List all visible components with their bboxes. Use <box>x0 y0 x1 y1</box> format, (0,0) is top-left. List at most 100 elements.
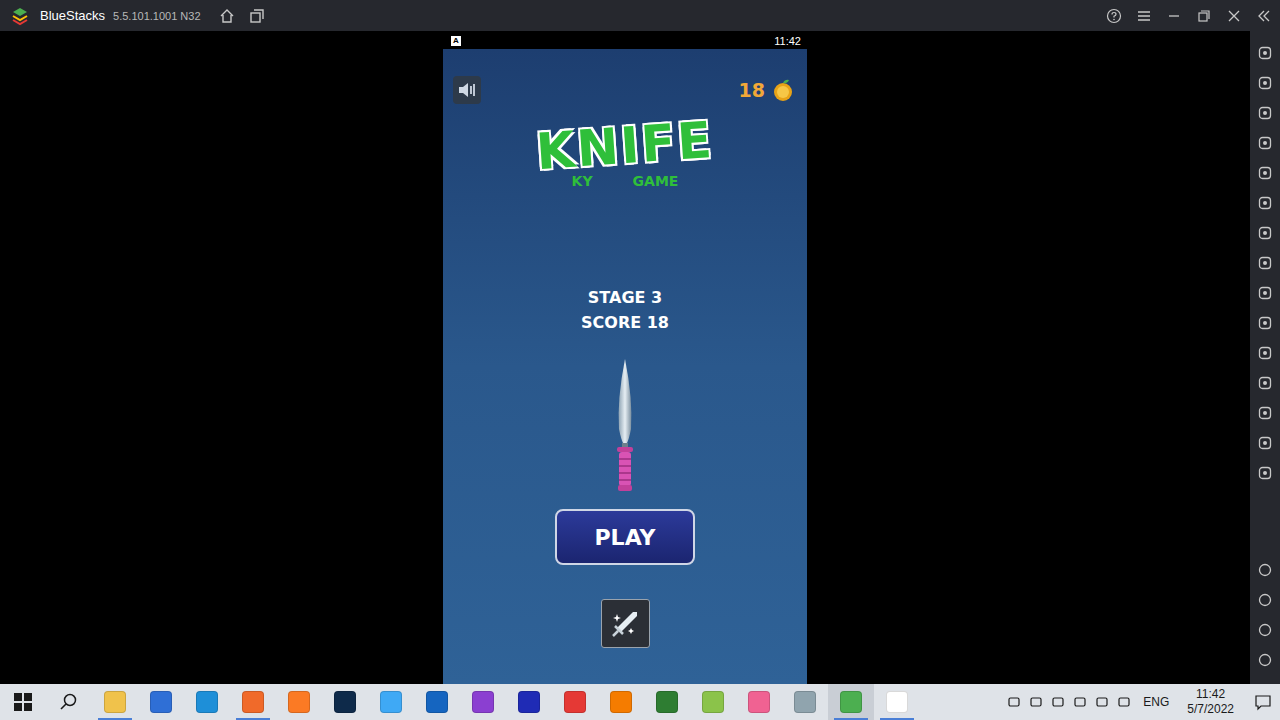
taskbar-app[interactable] <box>644 684 690 720</box>
restore-icon[interactable] <box>1196 8 1212 24</box>
apk-icon[interactable] <box>1257 255 1273 271</box>
taskbar-app[interactable] <box>368 684 414 720</box>
notification-icon: A <box>451 36 461 46</box>
minimize-icon[interactable] <box>1166 8 1182 24</box>
taskbar-app[interactable] <box>874 684 920 720</box>
office-app-icon <box>610 691 632 713</box>
tools-app-icon <box>702 691 724 713</box>
speaker-icon <box>456 79 478 101</box>
search-button[interactable] <box>46 684 92 720</box>
pen-app-icon <box>748 691 770 713</box>
logo-title: KNIFE <box>535 115 716 177</box>
taskbar-app[interactable] <box>782 684 828 720</box>
chevron-icon[interactable] <box>1007 695 1021 709</box>
running-indicator <box>236 718 270 720</box>
taskbar-app[interactable] <box>414 684 460 720</box>
recorder-icon <box>564 691 586 713</box>
macro-icon[interactable] <box>1257 165 1273 181</box>
taskbar-app[interactable] <box>828 684 874 720</box>
taskbar-app[interactable] <box>598 684 644 720</box>
keyboard-icon[interactable] <box>1257 135 1273 151</box>
resize-icon[interactable] <box>1257 345 1273 361</box>
side-toolbar <box>1250 31 1280 684</box>
windows-icon <box>14 693 32 711</box>
intellij-icon <box>518 691 540 713</box>
home-icon[interactable] <box>219 8 235 24</box>
menu-icon[interactable] <box>1136 8 1152 24</box>
help-icon[interactable] <box>1106 8 1122 24</box>
speed-icon[interactable] <box>1257 465 1273 481</box>
window-title: BlueStacks <box>40 8 105 23</box>
desktop: BlueStacks 5.5.101.1001 N32 A 11:42 18 KNIFEK… <box>0 0 1280 720</box>
battery-icon[interactable] <box>1073 695 1087 709</box>
knife-shop-button[interactable] <box>601 599 650 648</box>
multi-instance-icon[interactable] <box>249 8 265 24</box>
firefox-icon <box>242 691 264 713</box>
score-label: SCORE 18 <box>581 313 669 332</box>
word-app-icon <box>426 691 448 713</box>
taskbar-app[interactable] <box>230 684 276 720</box>
back-icon[interactable] <box>1257 592 1273 608</box>
settings-icon[interactable] <box>1257 562 1273 578</box>
version-label: 5.5.101.1001 N32 <box>113 10 200 22</box>
utility-app-icon <box>794 691 816 713</box>
clock-time: 11:42 <box>1196 687 1225 702</box>
search-icon <box>60 693 78 711</box>
rotate-icon[interactable] <box>1257 195 1273 211</box>
status-time: 11:42 <box>774 35 801 47</box>
robot-icon[interactable] <box>1257 225 1273 241</box>
start-button[interactable] <box>0 684 46 720</box>
running-indicator <box>880 718 914 720</box>
taskbar-app[interactable] <box>506 684 552 720</box>
media-icon[interactable] <box>1257 105 1273 121</box>
taskbar-app[interactable] <box>92 684 138 720</box>
erase-icon[interactable] <box>1257 375 1273 391</box>
taskbar-app[interactable] <box>276 684 322 720</box>
screenshot-icon[interactable] <box>1257 285 1273 301</box>
emulator-screen: A 11:42 18 KNIFEKYGAME STAGE 3 SCORE 18 PLAY <box>0 31 1250 684</box>
taskbar-app[interactable] <box>690 684 736 720</box>
edge-icon <box>196 691 218 713</box>
taskbar: ENG 11:425/7/2022 <box>0 684 1280 720</box>
phpstorm-icon <box>472 691 494 713</box>
taskbar-app[interactable] <box>460 684 506 720</box>
photoshop-icon <box>334 691 356 713</box>
sound-button[interactable] <box>453 76 481 104</box>
title-bar: BlueStacks 5.5.101.1001 N32 <box>0 0 1280 31</box>
taskbar-app[interactable] <box>552 684 598 720</box>
wifi-icon[interactable] <box>1117 695 1131 709</box>
collapse-icon[interactable] <box>1256 8 1272 24</box>
apple-counter: 18 <box>739 78 795 102</box>
paint-app-icon <box>380 691 402 713</box>
folder-icon[interactable] <box>1257 315 1273 331</box>
money-app-icon <box>656 691 678 713</box>
play-button[interactable]: PLAY <box>555 509 695 565</box>
layers-icon[interactable] <box>1257 435 1273 451</box>
bluestacks-logo-icon <box>10 6 30 26</box>
system-tray: ENG 11:425/7/2022 <box>1003 684 1280 720</box>
sword-icon <box>609 608 641 640</box>
stage-info: STAGE 3 SCORE 18 <box>581 288 669 332</box>
fullscreen-icon[interactable] <box>1257 45 1273 61</box>
phone-screen: A 11:42 18 KNIFEKYGAME STAGE 3 SCORE 18 PLAY <box>443 33 807 684</box>
mic-icon[interactable] <box>1051 695 1065 709</box>
notifications-icon[interactable] <box>1254 693 1272 711</box>
language-indicator[interactable]: ENG <box>1143 695 1169 709</box>
speaker-icon[interactable] <box>1095 695 1109 709</box>
volume-icon[interactable] <box>1257 75 1273 91</box>
file-explorer-icon <box>104 691 126 713</box>
logo-subtitle-right: GAME <box>633 173 679 189</box>
taskbar-app[interactable] <box>736 684 782 720</box>
game-logo: KNIFEKYGAME <box>536 115 714 195</box>
taskbar-app[interactable] <box>138 684 184 720</box>
device-icon[interactable] <box>1029 695 1043 709</box>
close-icon[interactable] <box>1226 8 1242 24</box>
taskbar-app[interactable] <box>184 684 230 720</box>
home-icon[interactable] <box>1257 622 1273 638</box>
apple-count: 18 <box>739 79 765 101</box>
recent-icon[interactable] <box>1257 652 1273 668</box>
taskbar-app[interactable] <box>322 684 368 720</box>
clock[interactable]: 11:425/7/2022 <box>1187 687 1234 717</box>
location-icon[interactable] <box>1257 405 1273 421</box>
stage-label: STAGE 3 <box>588 288 662 307</box>
